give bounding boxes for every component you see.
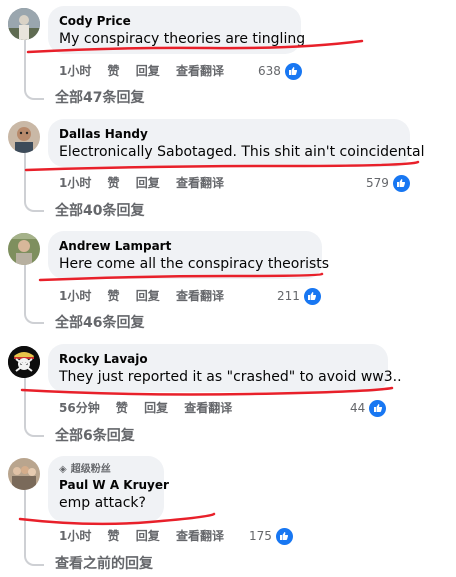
reply-button[interactable]: 回复 [136,64,160,78]
thread-line [24,377,26,423]
avatar[interactable] [8,121,40,153]
comment-author[interactable]: Rocky Lavajo [59,351,376,367]
like-button[interactable]: 赞 [108,64,120,78]
comment-text: Electronically Sabotaged. This shit ain'… [59,144,425,160]
thread-hook [24,86,44,100]
thumbs-up-icon [369,399,387,417]
comment-bubble: Cody Price My conspiracy theories are ti… [48,6,306,54]
reply-button[interactable]: 回复 [144,401,168,415]
thread-hook [24,310,44,324]
translate-button[interactable]: 查看翻译 [184,401,232,415]
avatar[interactable] [8,8,40,40]
reaction-count: 579 [366,176,389,190]
translate-button[interactable]: 查看翻译 [176,289,224,303]
avatar[interactable] [8,458,40,490]
thread-line [24,490,26,552]
thumbs-up-icon [303,287,321,305]
reaction-summary[interactable]: 638 [258,62,302,80]
translate-button[interactable]: 查看翻译 [176,176,224,190]
like-button[interactable]: 赞 [116,401,128,415]
thread-line [24,40,26,86]
badge-label: 超级粉丝 [70,464,111,475]
thumbs-up-icon [275,527,293,545]
reaction-summary[interactable]: 44 [350,399,387,417]
comment-bubble: Andrew Lampart Here come all the conspir… [48,231,330,279]
reaction-summary[interactable]: 211 [277,287,321,305]
reply-button[interactable]: 回复 [136,176,160,190]
comment-bubble: ◈ 超级粉丝 Paul W A Kruyer emp attack? [48,456,169,522]
comment-actions: 1小时 赞 回复 查看翻译 [59,287,236,305]
diamond-icon: ◈ [59,464,67,475]
comment-bubble: Dallas Handy Electronically Sabotaged. T… [48,119,425,167]
thread-line [24,152,26,198]
comment-time[interactable]: 1小时 [59,289,91,303]
view-replies-link[interactable]: 全部46条回复 [55,314,144,332]
thumbs-up-icon [392,174,410,192]
comment-actions: 1小时 赞 回复 查看翻译 [59,527,236,545]
comment-author[interactable]: Paul W A Kruyer [59,477,169,493]
comment-time[interactable]: 1小时 [59,176,91,190]
reaction-count: 44 [350,401,366,415]
reaction-summary[interactable]: 175 [249,527,293,545]
reaction-count: 175 [249,529,272,543]
like-button[interactable]: 赞 [108,289,120,303]
reply-button[interactable]: 回复 [136,289,160,303]
comment-time[interactable]: 1小时 [59,529,91,543]
comment-text: Here come all the conspiracy theorists [59,256,330,272]
view-replies-link[interactable]: 全部6条回复 [55,427,135,445]
comment-actions: 56分钟 赞 回复 查看翻译 [59,399,244,417]
view-replies-link[interactable]: 全部40条回复 [55,202,144,220]
thread-hook [24,423,44,437]
comment-time[interactable]: 56分钟 [59,401,100,415]
reaction-count: 211 [277,289,300,303]
thread-hook [24,198,44,212]
reply-button[interactable]: 回复 [136,529,160,543]
comment-author[interactable]: Andrew Lampart [59,238,310,254]
comment-author[interactable]: Dallas Handy [59,126,398,142]
view-previous-replies-link[interactable]: 查看之前的回复 [55,555,153,573]
reaction-summary[interactable]: 579 [366,174,410,192]
avatar[interactable] [8,346,40,378]
comment-actions: 1小时 赞 回复 查看翻译 [59,62,236,80]
thumbs-up-icon [284,62,302,80]
comment-time[interactable]: 1小时 [59,64,91,78]
avatar[interactable] [8,233,40,265]
reaction-count: 638 [258,64,281,78]
top-fan-badge: ◈ 超级粉丝 [59,463,152,477]
thread-line [24,264,26,310]
translate-button[interactable]: 查看翻译 [176,64,224,78]
thread-hook [24,552,44,566]
translate-button[interactable]: 查看翻译 [176,529,224,543]
comment-bubble: Rocky Lavajo They just reported it as "c… [48,344,402,392]
comment-text: They just reported it as "crashed" to av… [59,369,402,385]
view-replies-link[interactable]: 全部47条回复 [55,89,144,107]
comment-author[interactable]: Cody Price [59,13,289,29]
like-button[interactable]: 赞 [108,176,120,190]
comment-text: emp attack? [59,495,146,511]
like-button[interactable]: 赞 [108,529,120,543]
comment-text: My conspiracy theories are tingling [59,31,306,47]
comment-actions: 1小时 赞 回复 查看翻译 [59,174,236,192]
